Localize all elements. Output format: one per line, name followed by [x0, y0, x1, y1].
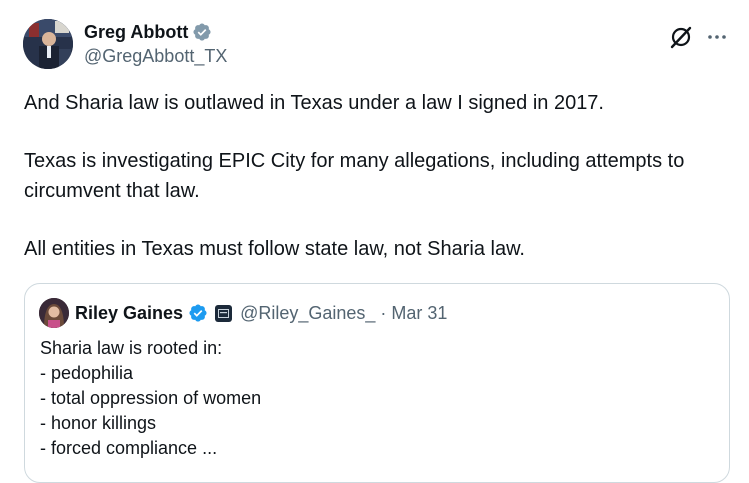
quoted-line: - forced compliance ...	[40, 438, 218, 458]
author-handle[interactable]: @GregAbbott_TX	[84, 46, 227, 67]
verified-badge-icon	[193, 23, 211, 41]
tweet-paragraph: Texas is investigating EPIC City for man…	[24, 150, 685, 202]
separator-dot: ·	[380, 302, 387, 323]
quoted-author-handle[interactable]: @Riley_Gaines_	[240, 303, 375, 324]
author-avatar[interactable]	[23, 19, 73, 69]
tweet-paragraph: All entities in Texas must follow state …	[24, 238, 525, 260]
quoted-date[interactable]: Mar 31	[391, 303, 447, 324]
author-name-row: Greg Abbott	[84, 20, 212, 44]
quoted-line: Sharia law is rooted in:	[40, 338, 223, 358]
more-icon[interactable]	[706, 26, 728, 48]
quoted-author-name[interactable]: Riley Gaines	[75, 303, 183, 324]
quoted-tweet[interactable]: Riley Gaines @Riley_Gaines_ · Mar 31 Sha…	[24, 283, 730, 483]
quoted-line: - honor killings	[40, 413, 157, 433]
affiliation-badge-icon	[215, 304, 233, 322]
verified-badge-icon	[189, 304, 207, 322]
author-name[interactable]: Greg Abbott	[84, 22, 188, 43]
tweet-paragraph: And Sharia law is outlawed in Texas unde…	[24, 92, 604, 114]
tweet: Greg Abbott @GregAbbott_TX And Sharia la…	[0, 0, 749, 483]
quoted-author-avatar[interactable]	[39, 298, 69, 328]
quoted-header: Riley Gaines @Riley_Gaines_ · Mar 31	[75, 300, 447, 326]
quoted-line: - pedophilia	[40, 363, 134, 383]
quoted-text: Sharia law is rooted in: - pedophilia - …	[40, 336, 261, 461]
tweet-body: And Sharia law is outlawed in Texas unde…	[24, 88, 734, 264]
quoted-line: - total oppression of women	[40, 388, 262, 408]
grok-icon[interactable]	[668, 24, 694, 50]
